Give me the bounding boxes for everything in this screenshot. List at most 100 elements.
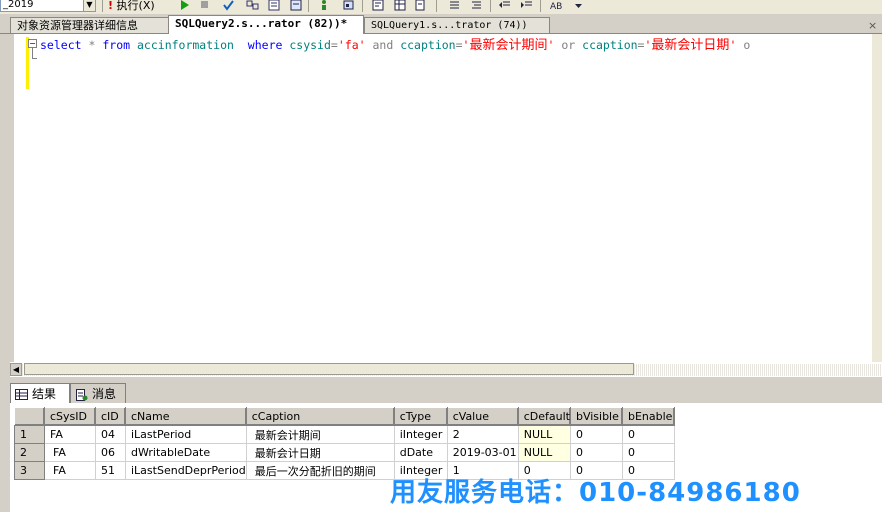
editor-horizontal-scrollbar[interactable]: ◀ xyxy=(10,362,882,377)
include-plan-icon[interactable] xyxy=(318,0,331,11)
grid-icon xyxy=(15,389,28,400)
grid-cell[interactable]: iLastPeriod xyxy=(125,425,247,444)
toolbar-separator xyxy=(436,0,437,12)
column-header[interactable]: cSysID xyxy=(44,407,96,426)
tab-sqlquery1[interactable]: SQLQuery1.s...trator (74)) xyxy=(364,17,550,33)
chevron-down-icon[interactable]: ▼ xyxy=(83,0,95,11)
database-dropdown-value: _2019 xyxy=(3,0,34,10)
scrollbar-thumb[interactable] xyxy=(24,363,634,375)
column-header[interactable]: cValue xyxy=(446,407,519,426)
tab-messages[interactable]: 消息 xyxy=(70,383,126,403)
grid-cell[interactable]: 2 xyxy=(446,425,519,444)
tab-object-explorer-details[interactable]: 对象资源管理器详细信息 xyxy=(10,17,170,33)
grid-cell[interactable]: 06 xyxy=(95,443,126,462)
execute-label: 执行(X) xyxy=(116,0,155,12)
svg-text:AB: AB xyxy=(550,2,562,11)
results-to-file-icon[interactable] xyxy=(414,0,427,11)
editor-left-gutter xyxy=(0,34,14,362)
grid-cell[interactable]: 最后一次分配折旧的期间 xyxy=(245,461,395,480)
message-icon xyxy=(76,388,88,401)
editor-vertical-scrollbar[interactable] xyxy=(872,34,882,362)
uncomment-icon[interactable] xyxy=(470,0,483,11)
fold-guide-end xyxy=(32,58,37,59)
code-token: from xyxy=(102,38,131,52)
grid-cell[interactable]: iLastSendDeprPeriod xyxy=(125,461,247,480)
tab-label: SQLQuery1.s...trator (74)) xyxy=(371,20,528,31)
tab-messages-label: 消息 xyxy=(92,387,117,401)
results-to-text-icon[interactable] xyxy=(372,0,385,11)
grid-cell[interactable]: 0 xyxy=(621,443,675,462)
result-tabstrip: 结果 消息 xyxy=(0,381,882,403)
grid-cell[interactable]: FA xyxy=(44,461,96,480)
column-header[interactable]: bVisible xyxy=(569,407,623,426)
code-token: and xyxy=(372,38,394,52)
execute-button[interactable]: ! 执行(X) xyxy=(108,0,155,12)
toolbar-separator xyxy=(102,0,103,12)
row-number[interactable]: 2 xyxy=(14,443,45,462)
column-header[interactable]: cName xyxy=(125,407,247,426)
grid-cell[interactable]: 04 xyxy=(95,425,126,444)
toolbar-separator xyxy=(540,0,541,12)
code-token: where xyxy=(247,38,283,52)
database-dropdown[interactable]: _2019 ▼ xyxy=(0,0,96,12)
grid-cell[interactable]: dDate xyxy=(393,443,448,462)
code-token: 'fa' xyxy=(337,38,366,52)
collapse-icon[interactable]: − xyxy=(28,39,37,48)
grid-cell[interactable]: 51 xyxy=(95,461,126,480)
grid-cell[interactable]: 2019-03-01 xyxy=(446,443,519,462)
grid-cell[interactable]: dWritableDate xyxy=(125,443,247,462)
query-options-icon[interactable] xyxy=(268,0,281,11)
grid-cell[interactable]: 最新会计日期 xyxy=(245,443,395,462)
table-row[interactable]: 1 FA 04 iLastPeriod 最新会计期间 iInteger 2 NU… xyxy=(14,425,675,444)
grid-cell[interactable]: iInteger xyxy=(393,425,448,444)
row-number[interactable]: 1 xyxy=(14,425,45,444)
table-row[interactable]: 2 FA 06 dWritableDate 最新会计日期 dDate 2019-… xyxy=(14,443,675,462)
code-token: ccaption xyxy=(400,38,456,52)
estimated-plan-icon[interactable] xyxy=(246,0,259,11)
close-icon[interactable]: × xyxy=(868,19,880,32)
increase-indent-icon[interactable] xyxy=(520,0,533,11)
grid-cell[interactable]: NULL xyxy=(517,443,571,462)
row-number[interactable]: 3 xyxy=(14,461,45,480)
grid-cell[interactable]: 最新会计期间 xyxy=(245,425,395,444)
code-token: 最新会计期间 xyxy=(469,38,548,53)
code-token: * xyxy=(88,38,96,52)
column-header[interactable]: cType xyxy=(393,407,448,426)
sql-editor[interactable]: − select * from accinformation where csy… xyxy=(14,34,872,362)
intellisense-icon[interactable] xyxy=(290,0,303,11)
comment-icon[interactable] xyxy=(448,0,461,11)
grid-cell[interactable]: 0 xyxy=(569,443,623,462)
code-token: = xyxy=(455,38,463,52)
grid-cell[interactable]: 0 xyxy=(569,425,623,444)
grid-cell[interactable]: FA xyxy=(44,425,96,444)
column-header[interactable]: cCaption xyxy=(245,407,395,426)
grid-corner-cell[interactable] xyxy=(14,407,45,426)
decrease-indent-icon[interactable] xyxy=(498,0,511,11)
check-icon[interactable] xyxy=(222,0,235,11)
grid-cell[interactable]: 0 xyxy=(621,425,675,444)
sql-code-line: select * from accinformation where csysi… xyxy=(40,37,750,54)
toolbar-separator xyxy=(362,0,363,12)
code-token: ccaption xyxy=(582,38,638,52)
client-statistics-icon[interactable] xyxy=(342,0,355,11)
column-header[interactable]: cDefault xyxy=(517,407,571,426)
query-toolbar: _2019 ▼ ! 执行(X) AB xyxy=(0,0,882,15)
specify-values-icon[interactable]: AB xyxy=(550,0,563,11)
tab-label: SQLQuery2.s...rator (82))* xyxy=(175,17,348,30)
code-token: ' xyxy=(547,38,555,52)
grid-cell[interactable]: NULL xyxy=(517,425,571,444)
code-token: csysid xyxy=(289,38,331,52)
tab-results[interactable]: 结果 xyxy=(10,383,70,403)
tab-sqlquery2[interactable]: SQLQuery2.s...rator (82))* xyxy=(168,15,364,34)
grid-header-row: cSysID cID cName cCaption cType cValue c… xyxy=(14,407,675,426)
grid-cell[interactable]: FA xyxy=(44,443,96,462)
stop-icon[interactable] xyxy=(198,0,211,11)
column-header[interactable]: cID xyxy=(95,407,126,426)
toolbar-overflow-icon[interactable] xyxy=(572,0,585,11)
results-to-grid-icon[interactable] xyxy=(394,0,407,11)
document-tabstrip: 对象资源管理器详细信息 SQLQuery2.s...rator (82))* S… xyxy=(0,14,882,34)
code-token: 最新会计日期 xyxy=(651,38,730,53)
scroll-left-icon[interactable]: ◀ xyxy=(10,363,22,376)
play-icon[interactable] xyxy=(178,0,191,11)
column-header[interactable]: bEnable xyxy=(621,407,675,426)
